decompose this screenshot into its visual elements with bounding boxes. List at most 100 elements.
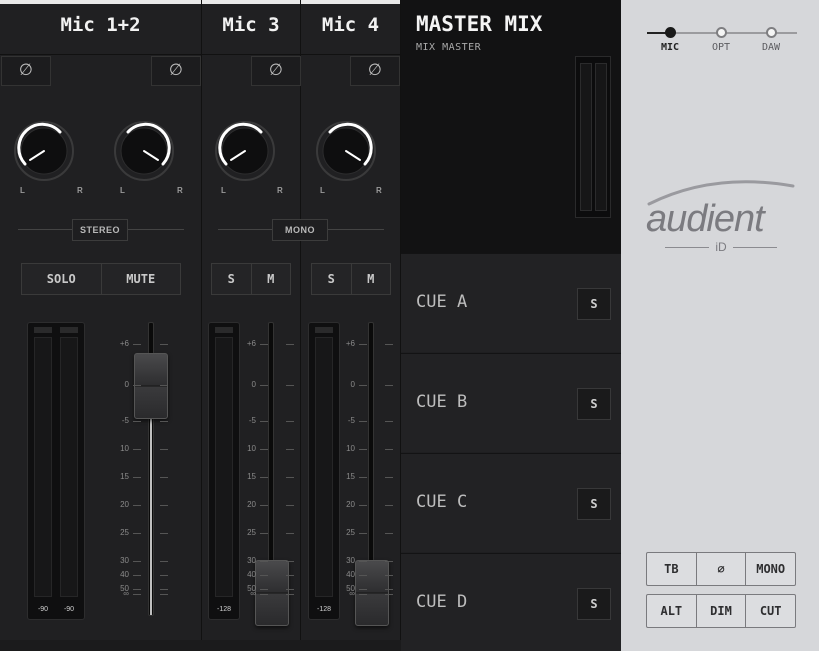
channel-name: Mic 3 bbox=[222, 14, 280, 36]
pan-left-label: L bbox=[120, 186, 125, 195]
fader-scale-tick bbox=[359, 505, 367, 506]
fader-scale-label: 25 bbox=[247, 528, 256, 537]
fader-scale-tick bbox=[160, 594, 168, 595]
solo-mute-group: SOLO MUTE bbox=[21, 263, 181, 295]
fader-scale-label: 25 bbox=[346, 528, 355, 537]
pan-knob-left[interactable] bbox=[13, 120, 75, 182]
source-daw-label: DAW bbox=[761, 42, 781, 53]
cue-b-row[interactable]: CUE B S bbox=[401, 353, 621, 452]
pan-knob[interactable] bbox=[315, 120, 377, 182]
fader-scale-label: 0 bbox=[124, 380, 129, 389]
alt-speaker-button[interactable]: ALT bbox=[647, 595, 696, 627]
fader-scale-tick bbox=[160, 421, 168, 422]
header-divider bbox=[301, 54, 400, 55]
fader-scale-tick bbox=[260, 589, 268, 590]
fader-scale-label: 10 bbox=[247, 444, 256, 453]
cue-b-solo-button[interactable]: S bbox=[577, 388, 611, 420]
fader-scale-tick bbox=[160, 533, 168, 534]
solo-mute-group: S M bbox=[211, 263, 291, 295]
fader-handle[interactable] bbox=[134, 353, 168, 419]
fader-scale-tick bbox=[385, 575, 393, 576]
divider bbox=[18, 229, 72, 230]
master-title: MASTER MIX bbox=[416, 12, 543, 36]
source-daw-radio[interactable] bbox=[766, 27, 777, 38]
fader-scale-label: 15 bbox=[346, 472, 355, 481]
fader-scale-tick bbox=[260, 533, 268, 534]
cue-label: CUE A bbox=[416, 292, 468, 312]
channel-strip-mic-3: Mic 3 ∅ L R S M -128 +6 0 -5 10 15 20 25 30 40 50… bbox=[202, 0, 378, 640]
fader-scale-tick bbox=[260, 385, 268, 386]
pan-left-label: L bbox=[20, 186, 25, 195]
fader-scale-tick bbox=[286, 533, 294, 534]
pan-right-label: R bbox=[376, 186, 382, 195]
pan-knob[interactable] bbox=[214, 120, 276, 182]
mute-button[interactable]: MUTE bbox=[100, 264, 181, 294]
cue-c-row[interactable]: CUE C S bbox=[401, 453, 621, 552]
fader-scale-tick bbox=[260, 477, 268, 478]
meter-bar-left bbox=[580, 63, 592, 211]
dim-button[interactable]: DIM bbox=[695, 595, 746, 627]
cue-a-row[interactable]: CUE A S bbox=[401, 253, 621, 352]
master-level-meter bbox=[575, 56, 611, 218]
fader-handle[interactable] bbox=[255, 560, 289, 626]
polarity-invert-button[interactable]: ∅ bbox=[695, 553, 746, 585]
source-opt-radio[interactable] bbox=[716, 27, 727, 38]
mute-button[interactable]: M bbox=[250, 264, 291, 294]
fader-scale-tick bbox=[359, 477, 367, 478]
channel-selected-indicator bbox=[0, 0, 201, 4]
fader-scale-tick bbox=[385, 533, 393, 534]
fader-scale-tick bbox=[385, 589, 393, 590]
cue-d-solo-button[interactable]: S bbox=[577, 588, 611, 620]
meter-peak-readout: -128 bbox=[216, 606, 231, 613]
fader-scale-tick bbox=[260, 594, 268, 595]
solo-mute-group: S M bbox=[311, 263, 391, 295]
phase-invert-button[interactable]: ∅ bbox=[251, 56, 301, 86]
talkback-button[interactable]: TB bbox=[647, 553, 696, 585]
source-opt-label: OPT bbox=[711, 42, 731, 53]
channel-strip-mic-1-2: Mic 1+2 ∅ ∅ L R L R STEREO SOLO MUTE -90… bbox=[0, 0, 202, 640]
fader-scale-label: 20 bbox=[346, 500, 355, 509]
phase-invert-button[interactable]: ∅ bbox=[350, 56, 400, 86]
fader-handle[interactable] bbox=[355, 560, 389, 626]
mono-mode-badge[interactable]: MONO bbox=[272, 219, 328, 241]
cue-c-solo-button[interactable]: S bbox=[577, 488, 611, 520]
channel-name: Mic 4 bbox=[321, 14, 380, 36]
cue-d-row[interactable]: CUE D S bbox=[401, 553, 621, 651]
fader-scale-tick bbox=[160, 344, 168, 345]
logo-model: iD bbox=[643, 240, 799, 254]
master-subtitle: MIX MASTER bbox=[416, 42, 482, 53]
fader-scale-label: +6 bbox=[246, 339, 256, 348]
solo-button[interactable]: S bbox=[312, 264, 351, 294]
fader-scale-label: 20 bbox=[247, 500, 256, 509]
meter-peak-readout: -90 bbox=[63, 606, 75, 613]
source-mic-radio[interactable] bbox=[665, 27, 676, 38]
fader-scale-label: 40 bbox=[247, 570, 256, 579]
cue-label: CUE D bbox=[416, 592, 468, 612]
fader-scale-label: 40 bbox=[120, 570, 129, 579]
cue-a-solo-button[interactable]: S bbox=[577, 288, 611, 320]
mono-button[interactable]: MONO bbox=[745, 553, 795, 585]
meter-peak-hold bbox=[34, 327, 52, 333]
solo-button[interactable]: S bbox=[212, 264, 251, 294]
mute-button[interactable]: M bbox=[350, 264, 391, 294]
fader-scale-tick bbox=[260, 561, 268, 562]
cut-button[interactable]: CUT bbox=[745, 595, 795, 627]
fader-scale-tick bbox=[359, 533, 367, 534]
fader-scale-tick bbox=[133, 385, 141, 386]
meter-bar-left bbox=[34, 337, 52, 597]
stereo-mode-badge[interactable]: STEREO bbox=[72, 219, 128, 241]
solo-button[interactable]: SOLO bbox=[22, 264, 101, 294]
fader-scale-label: ∞ bbox=[349, 589, 355, 598]
master-mix-header[interactable]: MASTER MIX MIX MASTER bbox=[401, 0, 621, 253]
fader-scale-label: ∞ bbox=[250, 589, 256, 598]
divider bbox=[128, 229, 184, 230]
phase-invert-right-button[interactable]: ∅ bbox=[151, 56, 201, 86]
fader-scale-tick bbox=[359, 385, 367, 386]
pan-knob-right[interactable] bbox=[113, 120, 175, 182]
fader-scale-tick bbox=[260, 421, 268, 422]
phase-invert-left-button[interactable]: ∅ bbox=[1, 56, 51, 86]
channel-selected-indicator bbox=[202, 0, 300, 4]
fader-scale-tick bbox=[160, 505, 168, 506]
fader-scale-label: 20 bbox=[120, 500, 129, 509]
fader-scale-label: 0 bbox=[350, 380, 355, 389]
